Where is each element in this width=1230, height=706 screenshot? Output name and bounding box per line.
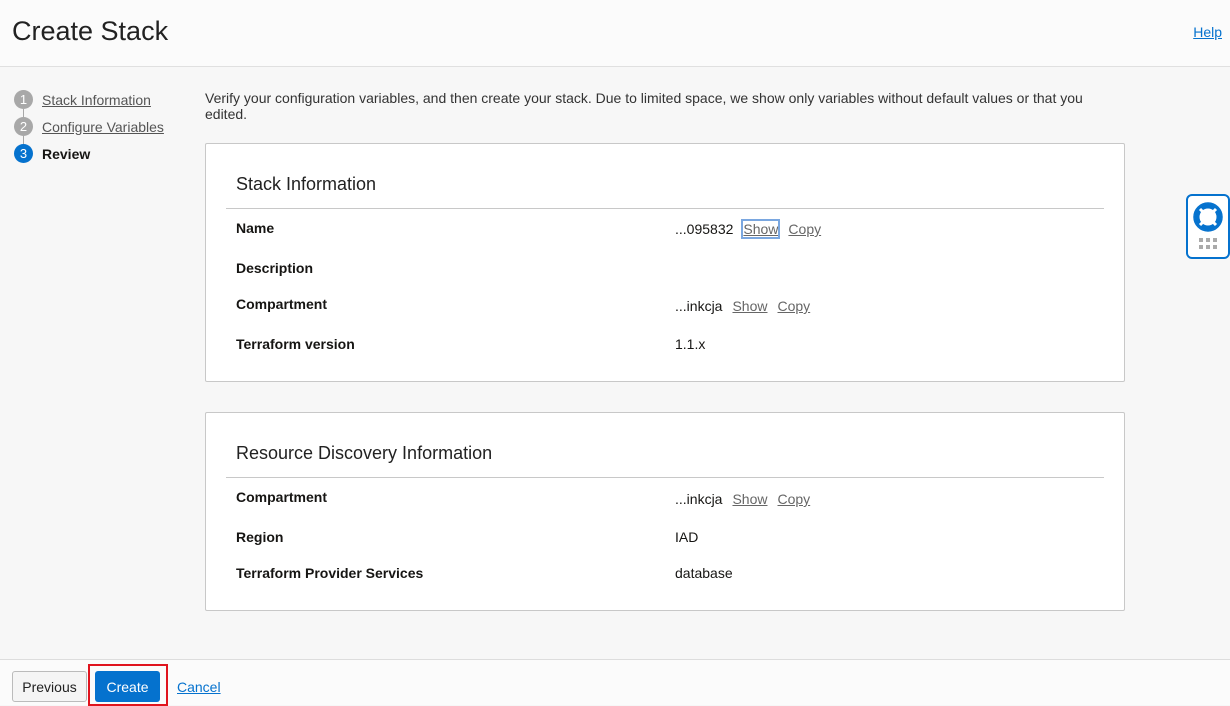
name-label: Name bbox=[236, 220, 275, 236]
previous-button[interactable]: Previous bbox=[12, 671, 87, 702]
provider-services-value: database bbox=[675, 565, 733, 581]
value-text: ...inkcja bbox=[675, 298, 723, 314]
show-button[interactable]: Show bbox=[732, 491, 767, 507]
value-text: ...095832 bbox=[675, 221, 734, 237]
step-label: Review bbox=[42, 145, 91, 162]
page-header: Create Stack Help bbox=[0, 0, 1230, 67]
compartment-label: Compartment bbox=[236, 296, 328, 312]
step-number: 1 bbox=[14, 90, 33, 109]
copy-button[interactable]: Copy bbox=[778, 298, 811, 314]
region-value: IAD bbox=[675, 529, 699, 545]
step-link[interactable]: Configure Variables bbox=[42, 119, 164, 135]
step-review: 3 Review bbox=[14, 144, 90, 163]
create-button[interactable]: Create bbox=[95, 671, 160, 702]
value-text: ...inkcja bbox=[675, 491, 723, 507]
help-link[interactable]: Help bbox=[1193, 24, 1222, 40]
page-title: Create Stack bbox=[12, 16, 169, 46]
stack-information-card: Stack Information Name ...095832 Show Copy… bbox=[205, 143, 1125, 382]
intro-text: Verify your configuration variables, and… bbox=[205, 90, 1083, 122]
terraform-version-label: Terraform version bbox=[236, 336, 355, 352]
description-label: Description bbox=[236, 260, 314, 276]
divider bbox=[226, 208, 1104, 209]
step-number: 2 bbox=[14, 117, 33, 136]
footer-bar: Previous Create Cancel bbox=[0, 659, 1230, 706]
show-button[interactable]: Show bbox=[732, 298, 767, 314]
terraform-version-value: 1.1.x bbox=[675, 336, 706, 352]
card-title: Stack Information bbox=[236, 174, 377, 194]
step-number: 3 bbox=[14, 144, 33, 163]
step-link[interactable]: Stack Information bbox=[42, 92, 151, 108]
lifebuoy-icon bbox=[1193, 202, 1223, 249]
step-configure-variables[interactable]: 2 Configure Variables bbox=[14, 117, 164, 136]
compartment-value: ...inkcja Show Copy bbox=[675, 298, 810, 314]
compartment-label: Compartment bbox=[236, 489, 328, 505]
resource-discovery-card: Resource Discovery Information Compartme… bbox=[205, 412, 1125, 611]
region-label: Region bbox=[236, 529, 284, 545]
card-title: Resource Discovery Information bbox=[236, 443, 493, 463]
cancel-link[interactable]: Cancel bbox=[177, 679, 221, 695]
name-value: ...095832 Show Copy bbox=[675, 219, 821, 239]
help-widget[interactable] bbox=[1186, 194, 1230, 259]
provider-services-label: Terraform Provider Services bbox=[236, 565, 424, 581]
compartment-value: ...inkcja Show Copy bbox=[675, 491, 810, 507]
divider bbox=[226, 477, 1104, 478]
step-stack-information[interactable]: 1 Stack Information bbox=[14, 90, 151, 109]
copy-button[interactable]: Copy bbox=[778, 491, 811, 507]
show-button[interactable]: Show bbox=[741, 219, 781, 239]
copy-button[interactable]: Copy bbox=[788, 221, 821, 237]
